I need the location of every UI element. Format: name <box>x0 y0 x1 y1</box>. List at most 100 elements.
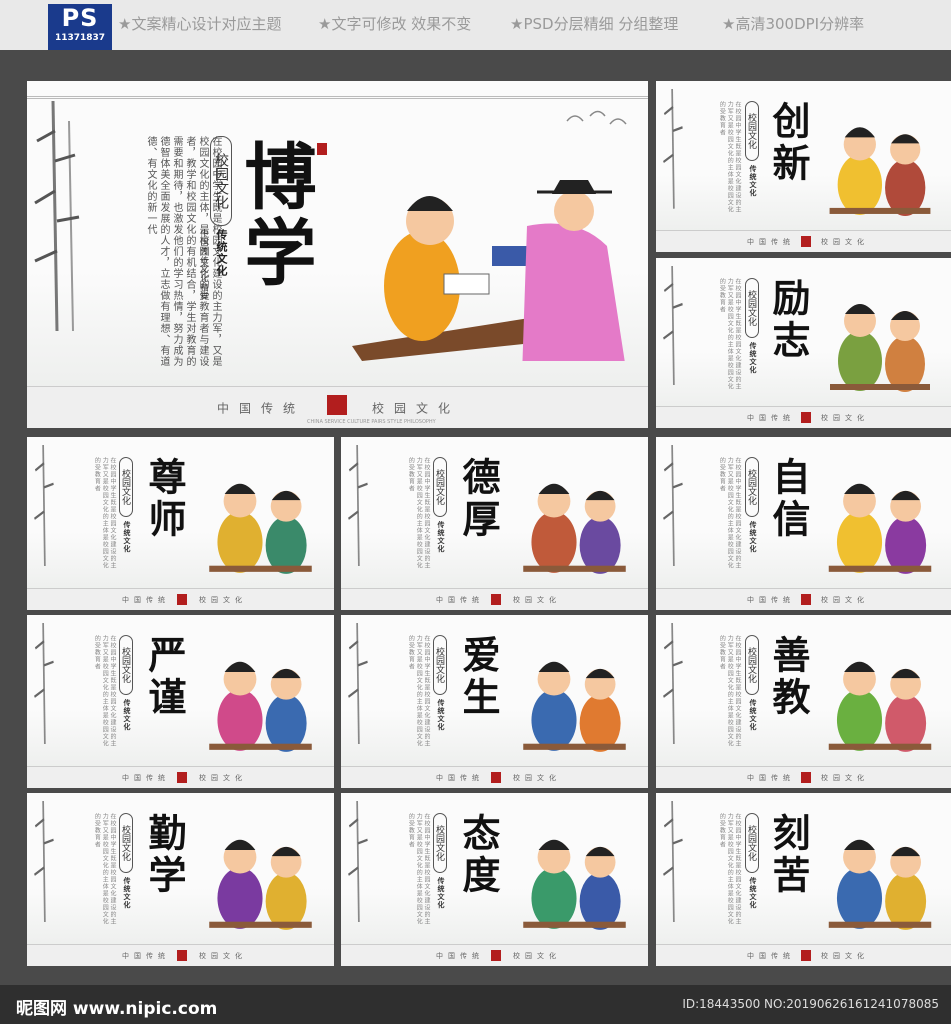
culture-panel: 在校园中学生既是校园文化建设的主力军又是校园文化的主体是校园文化的受教育者 校园… <box>27 793 334 966</box>
red-seal <box>491 594 501 605</box>
sub-caption: 中国传统文化精粹 <box>200 229 209 301</box>
main-title: 博学 <box>232 139 317 291</box>
body-text-column: 在校园中学生既是校园文化建设的主力军又是校园文化的主体是校园文化的受教育者 <box>93 635 116 747</box>
body-text-column: 在校园中学生既是校园文化建设的主力军又是校园文化的主体是校园文化的受教育者 <box>407 635 430 747</box>
campus-culture-badge: 校园文化 <box>745 278 759 338</box>
culture-panel: 在校园中学生既是校园文化建设的主力军又是校园文化的主体是校园文化的受教育者 校园… <box>27 615 334 788</box>
bamboo-icon <box>34 801 54 923</box>
body-text-column: 在校园中学生既是校园文化建设的主力军又是校园文化的主体是校园文化的受教育者 <box>407 457 430 569</box>
red-seal <box>177 594 187 605</box>
watermark-bar: 昵图网 www.nipic.com ID:18443500 NO:2019062… <box>0 985 951 1024</box>
panel-footer: 中国传统 校园文化 <box>341 944 648 966</box>
culture-panel: 在校园中学生既是校园文化建设的主力军又是校园文化的主体是校园文化的受教育者 校园… <box>341 437 648 610</box>
footer-left-text: 中国传统 <box>747 773 795 782</box>
culture-panel: 在校园中学生既是校园文化建设的主力军又是校园文化的主体是校园文化的受教育者 校园… <box>27 437 334 610</box>
footer-right-text: 校园文化 <box>513 951 561 960</box>
panel-footer: 中国传统 校园文化 CHINA SERVICE CULTURE PAIRS ST… <box>27 386 648 428</box>
panel-title: 励志 <box>766 278 811 362</box>
character-illustration <box>523 839 626 930</box>
body-text-column: 在校园中学生既是校园文化建设的主力军又是校园文化的主体是校园文化的受教育者 <box>718 101 741 213</box>
red-seal <box>491 950 501 961</box>
traditional-culture-label: 传统文化 <box>749 877 758 909</box>
panel-footer: 中国传统 校园文化 <box>27 944 334 966</box>
bamboo-icon <box>348 445 368 567</box>
bamboo-icon <box>663 266 683 385</box>
bamboo-icon <box>663 623 683 745</box>
top-rule <box>27 96 648 99</box>
character-illustration <box>828 661 932 752</box>
panel-title: 创新 <box>766 101 811 185</box>
red-seal <box>801 236 811 247</box>
body-text-column: 在校园中学生既是校园文化建设的主力军又是校园文化的主体是校园文化的受教育者 <box>718 278 741 390</box>
footer-left-text: 中国传统 <box>747 595 795 604</box>
body-text-column: 在校园中学生既是校园文化建设的主力军又是校园文化的主体是校园文化的受教育者 <box>718 457 741 569</box>
footer-right-text: 校园文化 <box>372 401 461 415</box>
footer-left-text: 中国传统 <box>436 951 484 960</box>
campus-culture-badge: 校园文化 <box>745 457 759 517</box>
watermark-site: 昵图网 www.nipic.com <box>16 999 218 1019</box>
bamboo-icon <box>34 101 80 331</box>
panel-title: 刻苦 <box>766 813 811 897</box>
bamboo-icon <box>348 623 368 745</box>
bamboo-icon <box>663 89 683 209</box>
footer-left-text: 中国传统 <box>747 413 795 422</box>
body-text-column: 在校园中学生既是校园文化建设的主力军又是校园文化的主体是校园文化的受教育者 <box>407 813 430 925</box>
footer-right-text: 校园文化 <box>821 951 869 960</box>
panel-title: 尊师 <box>142 457 187 541</box>
panel-footer: 中国传统 校园文化 <box>27 766 334 788</box>
panel-title: 爱生 <box>456 635 501 719</box>
culture-panel: 在校园中学生既是校园文化建设的主力军又是校园文化的主体是校园文化的受教育者 校园… <box>656 793 951 966</box>
red-seal <box>801 772 811 783</box>
traditional-culture-label: 传统文化 <box>123 521 132 553</box>
traditional-culture-label: 传统文化 <box>123 877 132 909</box>
ps-logo-number: 11371837 <box>54 33 106 43</box>
footer-right-text: 校园文化 <box>821 237 869 246</box>
traditional-culture-label: 传统文化 <box>437 877 446 909</box>
bamboo-icon <box>34 623 54 745</box>
teacher-student-illustration <box>352 180 625 361</box>
character-illustration <box>523 661 626 752</box>
panel-title: 德厚 <box>456 457 501 541</box>
traditional-culture-label: 传统文化 <box>749 165 758 197</box>
character-illustration <box>828 839 932 930</box>
footer-right-text: 校园文化 <box>513 595 561 604</box>
footer-left-text: 中国传统 <box>122 773 170 782</box>
footer-left-text: 中国传统 <box>747 237 795 246</box>
top-banner: PS 11371837 ★文案精心设计对应主题 ★文字可修改 效果不变 ★PSD… <box>0 0 951 50</box>
culture-panel: 在校园中学生既是校园文化建设的主力军又是校园文化的主体是校园文化的受教育者 校园… <box>341 793 648 966</box>
body-text-column: 在校园中学生既是校园文化建设的主力军又是校园文化的主体是校园文化的受教育者 <box>718 635 741 747</box>
campus-culture-badge: 校园文化 <box>433 457 447 517</box>
footer-right-text: 校园文化 <box>199 595 247 604</box>
body-text-column: 在校园中学生既是校园文化建设的主力军又是校园文化的主体是校园文化的受教育者 <box>718 813 741 925</box>
feature-text-3: ★PSD分层精细 分组整理 <box>510 15 679 33</box>
feature-text-4: ★高清300DPI分辨率 <box>722 15 865 33</box>
footer-left-text: 中国传统 <box>217 401 306 415</box>
traditional-culture-label: 传统文化 <box>749 699 758 731</box>
red-seal <box>801 594 811 605</box>
panel-footer: 中国传统 校园文化 <box>341 766 648 788</box>
character-illustration <box>209 839 312 930</box>
character-illustration <box>209 661 312 752</box>
character-illustration <box>209 483 312 574</box>
campus-culture-badge: 校园文化 <box>745 813 759 873</box>
traditional-culture-label: 传统文化 <box>437 521 446 553</box>
panel-title: 自信 <box>766 457 811 541</box>
feature-text-1: ★文案精心设计对应主题 <box>118 15 282 33</box>
footer-right-text: 校园文化 <box>821 773 869 782</box>
ps-logo-text: PS <box>61 4 99 32</box>
footer-right-text: 校园文化 <box>513 773 561 782</box>
ps-logo: PS 11371837 <box>48 4 112 50</box>
bamboo-icon <box>663 445 683 567</box>
campus-culture-badge: 校园文化 <box>119 635 133 695</box>
traditional-culture-label: 传统文化 <box>123 699 132 731</box>
body-text-column: 在校园中学生既是校园文化建设的主力军又是校园文化的主体是校园文化的受教育者 <box>93 457 116 569</box>
campus-culture-badge: 校园文化 <box>119 457 133 517</box>
panel-footer: 中国传统 校园文化 <box>27 588 334 610</box>
footer-left-text: 中国传统 <box>122 595 170 604</box>
traditional-culture-label: 传统文化 <box>749 521 758 553</box>
footer-left-text: 中国传统 <box>747 951 795 960</box>
watermark-id: ID:18443500 NO:20190626161241078085 <box>682 997 939 1011</box>
red-seal <box>801 412 811 423</box>
panel-title: 善教 <box>766 635 811 719</box>
culture-panel: 在校园中学生既是校园文化建设的主力军又是校园文化的主体是校园文化的受教育者 校园… <box>656 437 951 610</box>
